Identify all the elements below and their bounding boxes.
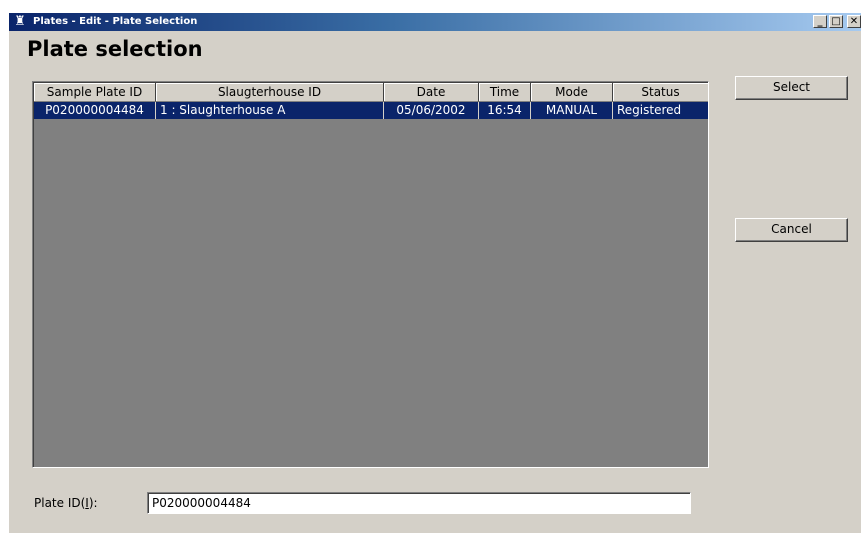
window-title: Plates - Edit - Plate Selection [33, 16, 198, 27]
column-header-slaughterhouse-id[interactable]: Slaugterhouse ID [156, 83, 384, 102]
cell-status: Registered [613, 102, 708, 119]
column-header-sample-plate-id[interactable]: Sample Plate ID [34, 83, 156, 102]
column-header-mode[interactable]: Mode [531, 83, 613, 102]
cell-date: 05/06/2002 [384, 102, 479, 119]
plate-id-input[interactable] [147, 492, 691, 514]
cell-sample-plate-id: P020000004484 [34, 102, 156, 119]
plate-id-label-suffix: ): [88, 496, 98, 510]
minimize-button[interactable]: _ [813, 15, 827, 28]
plate-id-label: Plate ID(I): [34, 493, 98, 513]
column-header-time[interactable]: Time [479, 83, 531, 102]
select-button[interactable]: Select [735, 76, 848, 100]
app-icon[interactable]: ♜ [12, 14, 28, 30]
page-title: Plate selection [27, 37, 203, 61]
maximize-button[interactable]: □ [829, 15, 843, 28]
cell-time: 16:54 [479, 102, 531, 119]
cancel-button[interactable]: Cancel [735, 218, 848, 242]
cell-slaughterhouse-id: 1 : Slaughterhouse A [156, 102, 384, 119]
plate-id-label-prefix: Plate ID( [34, 496, 86, 510]
plate-list[interactable]: Sample Plate ID Slaugterhouse ID Date Ti… [32, 81, 709, 468]
cell-mode: MANUAL [531, 102, 613, 119]
plate-selection-window: ♜ Plates - Edit - Plate Selection _ □ ✕ … [9, 13, 861, 533]
title-bar[interactable]: ♜ Plates - Edit - Plate Selection _ □ ✕ [9, 13, 861, 31]
close-button[interactable]: ✕ [847, 15, 861, 28]
table-row[interactable]: P020000004484 1 : Slaughterhouse A 05/06… [34, 102, 708, 119]
column-header-date[interactable]: Date [384, 83, 479, 102]
column-header-status[interactable]: Status [613, 83, 708, 102]
